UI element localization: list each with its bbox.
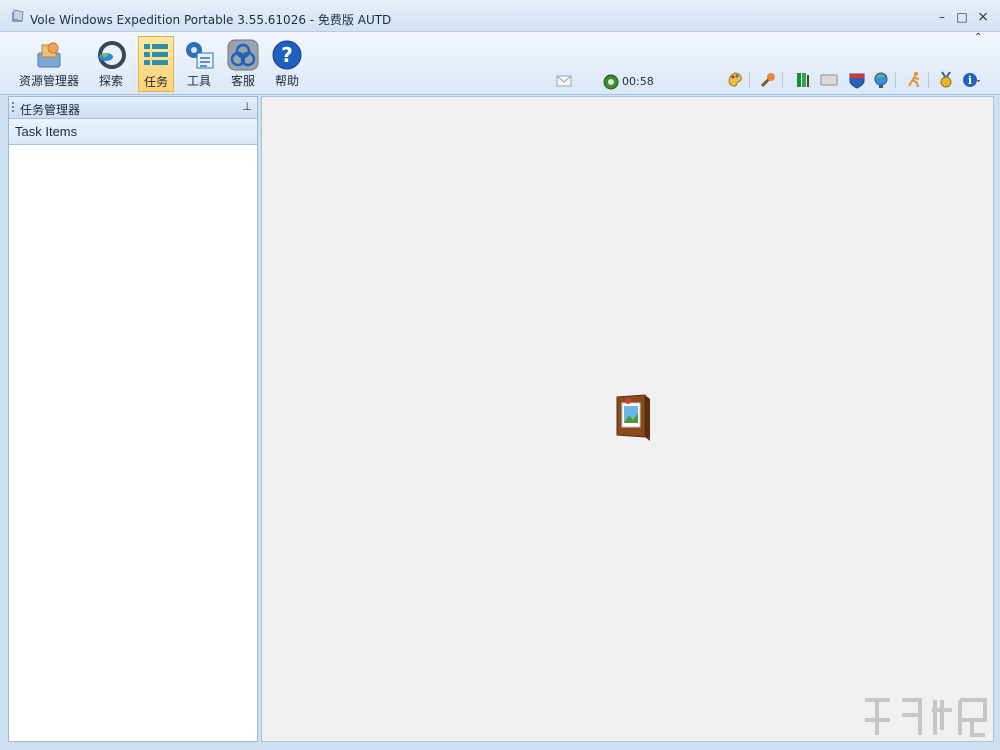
ribbon-toolbar: ⌃ 资源管理器 探索 任务 工具 客服 ? 帮助 00:58 i xyxy=(0,32,1000,95)
watermark-logo xyxy=(865,698,987,737)
tools-label: 工具 xyxy=(186,74,211,88)
medal-icon[interactable] xyxy=(937,71,955,89)
palette-icon[interactable] xyxy=(726,71,744,89)
title-bar: Vole Windows Expedition Portable 3.55.61… xyxy=(0,0,1000,32)
maximize-button[interactable]: □ xyxy=(954,9,970,25)
svg-text:?: ? xyxy=(281,43,293,67)
task-items-header[interactable]: Task Items xyxy=(9,119,257,145)
panel-grip-handle[interactable] xyxy=(12,102,14,114)
tools-icon xyxy=(186,42,214,69)
clock-time: 00:58 xyxy=(622,75,654,88)
card-icon[interactable] xyxy=(820,71,838,89)
help-label: 帮助 xyxy=(274,74,299,88)
tasks-icon xyxy=(144,44,168,65)
explore-icon xyxy=(98,41,126,69)
info-icon[interactable]: i xyxy=(962,71,980,89)
explore-button[interactable]: 探索 xyxy=(90,36,132,92)
explore-label: 探索 xyxy=(98,74,123,88)
explorer-button[interactable]: 资源管理器 xyxy=(14,36,84,92)
panel-title: 任务管理器 xyxy=(20,103,81,117)
tools-button[interactable]: 工具 xyxy=(180,36,218,92)
support-icon xyxy=(227,39,259,71)
support-button[interactable]: 客服 xyxy=(224,36,262,92)
runner-icon[interactable] xyxy=(905,71,923,89)
window-title: Vole Windows Expedition Portable 3.55.61… xyxy=(30,13,392,27)
panel-header: 任务管理器 ⊥ xyxy=(9,97,257,119)
svg-text:i: i xyxy=(968,74,972,87)
picture-frame-icon[interactable] xyxy=(615,393,651,441)
book-icon[interactable] xyxy=(794,71,812,89)
toolbar-separator xyxy=(749,72,750,88)
ribbon-collapse-button[interactable]: ⌃ xyxy=(974,32,982,43)
help-icon: ? xyxy=(272,40,302,70)
mail-icon[interactable] xyxy=(555,72,573,90)
toolbar-separator xyxy=(895,72,896,88)
globe-icon[interactable] xyxy=(872,71,890,89)
pin-icon[interactable]: ⊥ xyxy=(242,100,252,113)
tasks-button[interactable]: 任务 xyxy=(138,36,174,92)
minimize-button[interactable]: – xyxy=(934,9,950,25)
clock-icon xyxy=(603,74,619,90)
close-button[interactable]: × xyxy=(975,9,991,25)
shield-badge-icon[interactable] xyxy=(848,71,866,89)
tasks-label: 任务 xyxy=(143,75,168,89)
app-icon xyxy=(12,9,24,22)
tools-bug-icon[interactable] xyxy=(759,71,777,89)
explorer-icon xyxy=(37,42,61,68)
toolbar-separator xyxy=(928,72,929,88)
task-manager-panel: 任务管理器 ⊥ Task Items xyxy=(8,96,258,742)
main-content-area xyxy=(261,96,994,742)
toolbar-separator xyxy=(782,72,783,88)
support-label: 客服 xyxy=(230,74,255,88)
explorer-label: 资源管理器 xyxy=(18,74,79,88)
help-button[interactable]: ? 帮助 xyxy=(268,36,306,92)
